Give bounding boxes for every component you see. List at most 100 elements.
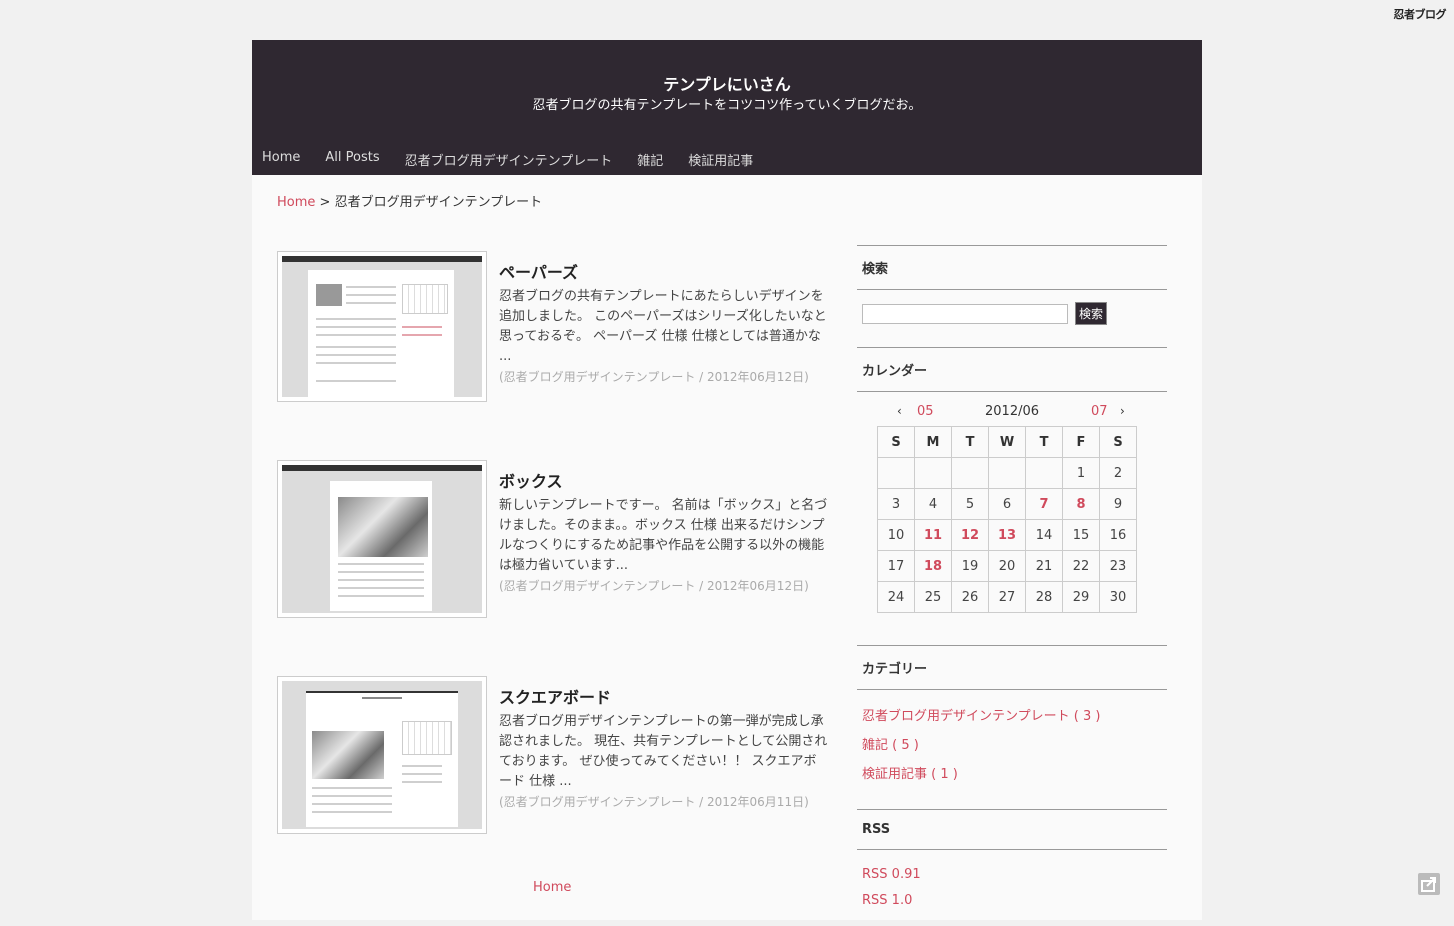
- calendar-day: 30: [1099, 581, 1137, 613]
- category-widget: カテゴリー 忍者ブログ用デザインテンプレート ( 3 ) 雑記 ( 5 ) 検証…: [857, 645, 1167, 809]
- calendar-day: 19: [951, 550, 989, 582]
- calendar-week: 12: [877, 457, 1137, 489]
- post-title[interactable]: ボックス: [499, 468, 563, 492]
- main-nav: Home All Posts 忍者ブログ用デザインテンプレート 雑記 検証用記事: [262, 150, 778, 169]
- breadcrumb-home[interactable]: Home: [277, 195, 315, 210]
- rss-widget: RSS RSS 0.91 RSS 1.0: [857, 809, 1167, 926]
- nav-all-posts[interactable]: All Posts: [325, 150, 379, 169]
- calendar-day: 22: [1062, 550, 1100, 582]
- calendar-day: 14: [1025, 519, 1063, 551]
- calendar-day: 21: [1025, 550, 1063, 582]
- site-title[interactable]: テンプレにいさん: [252, 71, 1202, 95]
- calendar-day: 3: [877, 488, 915, 520]
- post-thumbnail[interactable]: [277, 460, 487, 618]
- calendar-day: 17: [877, 550, 915, 582]
- calendar-table: SMTWTFS 1 2 3 4 5 6 7 8 9 10 11 12 13 14 15 16 17 18 19 20 2…: [877, 426, 1137, 613]
- search-widget: 検索 検索: [857, 245, 1167, 347]
- calendar-day: 25: [914, 581, 952, 613]
- calendar-day: 5: [951, 488, 989, 520]
- calendar-week: 17 18 19 20 21 22 23: [877, 550, 1137, 582]
- post-item: ボックス 新しいテンプレートですー。 名前は「ボックス」と名づけました。そのまま…: [277, 460, 837, 620]
- calendar-empty-cell: [877, 457, 915, 489]
- calendar-weekday: W: [988, 426, 1026, 458]
- calendar-day: 16: [1099, 519, 1137, 551]
- breadcrumb-current: 忍者ブログ用デザインテンプレート: [334, 195, 543, 210]
- calendar-day: 15: [1062, 519, 1100, 551]
- post-item: ペーパーズ 忍者ブログの共有テンプレートにあたらしいデザインを追加しました。 こ…: [277, 251, 837, 411]
- calendar-day[interactable]: 13: [988, 519, 1026, 551]
- calendar-day: 28: [1025, 581, 1063, 613]
- calendar-weekday: M: [914, 426, 952, 458]
- calendar-day: 27: [988, 581, 1026, 613]
- calendar-widget: カレンダー ‹ 05 2012/06 07 › SMTWTFS 12345678…: [857, 347, 1167, 645]
- post-meta: (忍者ブログ用デザインテンプレート / 2012年06月11日): [499, 795, 809, 809]
- calendar-widget-title: カレンダー: [857, 347, 1167, 392]
- nav-templates[interactable]: 忍者ブログ用デザインテンプレート: [405, 150, 613, 169]
- rss-link[interactable]: RSS 1.0: [862, 888, 1162, 914]
- rss-widget-title: RSS: [857, 809, 1167, 850]
- post-title[interactable]: スクエアボード: [499, 684, 611, 708]
- page-container: テンプレにいさん 忍者ブログの共有テンプレートをコツコツ作っていくブログだお。 …: [252, 40, 1202, 920]
- calendar-weekday: T: [1025, 426, 1063, 458]
- calendar-day: 20: [988, 550, 1026, 582]
- ninja-blog-logo[interactable]: 忍者ブログ: [1394, 6, 1447, 22]
- post-meta: (忍者ブログ用デザインテンプレート / 2012年06月12日): [499, 370, 809, 384]
- calendar-week: 10 11 12 13 14 15 16: [877, 519, 1137, 551]
- calendar-empty-cell: [1025, 457, 1063, 489]
- post-thumbnail[interactable]: [277, 251, 487, 402]
- calendar-weekday: S: [877, 426, 915, 458]
- breadcrumb: Home > 忍者ブログ用デザインテンプレート: [277, 191, 542, 210]
- search-widget-title: 検索: [857, 245, 1167, 290]
- calendar-weekday: T: [951, 426, 989, 458]
- nav-misc[interactable]: 雑記: [637, 150, 663, 169]
- calendar-current-month: 2012/06: [985, 404, 1040, 419]
- category-link[interactable]: 検証用記事 ( 1 ): [862, 760, 1162, 789]
- calendar-next-month[interactable]: 07: [1091, 404, 1108, 419]
- calendar-day[interactable]: 8: [1062, 488, 1100, 520]
- calendar-day: 23: [1099, 550, 1137, 582]
- sidebar: 検索 検索 カレンダー ‹ 05 2012/06 07 › SMTWTFS 12…: [857, 245, 1167, 926]
- share-icon[interactable]: [1418, 873, 1440, 895]
- site-description: 忍者ブログの共有テンプレートをコツコツ作っていくブログだお。: [532, 98, 922, 113]
- calendar-prev-month[interactable]: 05: [917, 404, 934, 419]
- calendar-day[interactable]: 11: [914, 519, 952, 551]
- calendar-day: 10: [877, 519, 915, 551]
- post-item: スクエアボード 忍者ブログ用デザインテンプレートの第一弾が完成し承認されました。…: [277, 676, 837, 836]
- calendar-day[interactable]: 12: [951, 519, 989, 551]
- category-link[interactable]: 雑記 ( 5 ): [862, 731, 1162, 760]
- post-excerpt: 新しいテンプレートですー。 名前は「ボックス」と名づけました。そのまま。。ボック…: [499, 498, 828, 573]
- post-thumbnail[interactable]: [277, 676, 487, 834]
- site-header: テンプレにいさん 忍者ブログの共有テンプレートをコツコツ作っていくブログだお。 …: [252, 40, 1202, 175]
- footer-home-link[interactable]: Home: [533, 880, 571, 895]
- calendar-day: 6: [988, 488, 1026, 520]
- calendar-empty-cell: [914, 457, 952, 489]
- post-excerpt: 忍者ブログの共有テンプレートにあたらしいデザインを追加しました。 このペーパーズ…: [499, 289, 827, 364]
- calendar-day: 1: [1062, 457, 1100, 489]
- post-meta: (忍者ブログ用デザインテンプレート / 2012年06月12日): [499, 579, 809, 593]
- calendar-weekday: S: [1099, 426, 1137, 458]
- chevron-left-icon[interactable]: ‹: [897, 404, 902, 418]
- rss-link[interactable]: RSS 0.91: [862, 862, 1162, 888]
- calendar-weekday: F: [1062, 426, 1100, 458]
- calendar-day: 2: [1099, 457, 1137, 489]
- search-input[interactable]: [862, 303, 1068, 324]
- nav-home[interactable]: Home: [262, 150, 300, 169]
- calendar-day: 26: [951, 581, 989, 613]
- calendar-day: 29: [1062, 581, 1100, 613]
- calendar-day: 9: [1099, 488, 1137, 520]
- calendar-day: 4: [914, 488, 952, 520]
- calendar-week: 3456789: [877, 488, 1137, 520]
- category-link[interactable]: 忍者ブログ用デザインテンプレート ( 3 ): [862, 702, 1162, 731]
- search-button[interactable]: 検索: [1075, 302, 1108, 325]
- category-widget-title: カテゴリー: [857, 645, 1167, 690]
- calendar-day[interactable]: 18: [914, 550, 952, 582]
- calendar-header: ‹ 05 2012/06 07 ›: [857, 392, 1167, 426]
- calendar-day[interactable]: 7: [1025, 488, 1063, 520]
- chevron-right-icon[interactable]: ›: [1120, 404, 1125, 418]
- calendar-week: 24 25 26 27 28 29 30: [877, 581, 1137, 613]
- post-title[interactable]: ペーパーズ: [499, 259, 578, 283]
- nav-test-posts[interactable]: 検証用記事: [688, 150, 753, 169]
- calendar-day: 24: [877, 581, 915, 613]
- breadcrumb-separator: >: [315, 195, 335, 210]
- calendar-empty-cell: [951, 457, 989, 489]
